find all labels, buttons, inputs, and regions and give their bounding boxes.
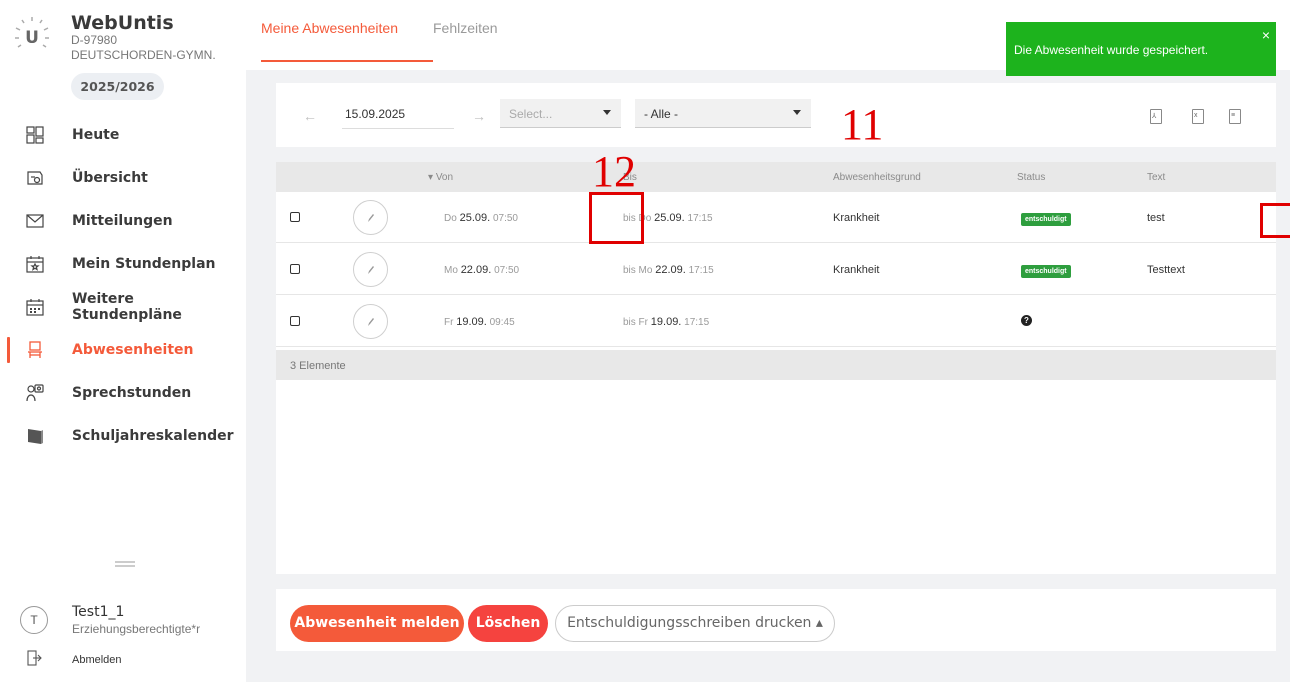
nav-label: Abwesenheiten bbox=[72, 342, 194, 358]
sidebar: U WebUntis D-97980 DEUTSCHORDEN-GYMN. 20… bbox=[0, 0, 246, 682]
tab-meine-abwesenheiten[interactable]: Meine Abwesenheiten bbox=[261, 20, 398, 36]
toast-message: Die Abwesenheit wurde gespeichert. bbox=[1014, 43, 1209, 57]
nav-item-mein-stundenplan[interactable]: Mein Stundenplan bbox=[0, 244, 246, 284]
nav-label: Schuljahreskalender bbox=[72, 428, 234, 444]
nav-label: Übersicht bbox=[72, 170, 148, 186]
calendar-grid-icon bbox=[26, 299, 44, 316]
pencil-icon bbox=[368, 214, 374, 222]
nav-label: Heute bbox=[72, 127, 120, 143]
calendar-star-icon bbox=[26, 256, 44, 273]
date-input[interactable]: 15.09.2025 bbox=[342, 97, 454, 129]
status-badge: entschuldigt bbox=[1021, 213, 1071, 226]
edit-button[interactable] bbox=[353, 200, 388, 235]
logout-link[interactable]: Abmelden bbox=[72, 654, 122, 666]
people-icon bbox=[26, 384, 44, 402]
delete-button[interactable]: Löschen bbox=[468, 605, 548, 642]
svg-text:U: U bbox=[25, 28, 39, 48]
filter-select[interactable]: - Alle - bbox=[635, 99, 811, 128]
row-checkbox[interactable] bbox=[290, 212, 300, 222]
nav-label: Weitere Stundenpläne bbox=[72, 291, 182, 323]
annotation-box-13 bbox=[1260, 203, 1290, 238]
column-header-text[interactable]: Text bbox=[1147, 172, 1165, 183]
bis-cell: bis Fr 19.09. 17:15 bbox=[623, 316, 710, 328]
school-name: DEUTSCHORDEN-GYMN. bbox=[71, 48, 216, 62]
edit-button[interactable] bbox=[353, 252, 388, 287]
chevron-down-icon bbox=[603, 110, 611, 115]
user-role: Erziehungsberechtigte*r bbox=[72, 622, 201, 636]
select-placeholder: Select... bbox=[509, 107, 553, 121]
row-checkbox[interactable] bbox=[290, 316, 300, 326]
annotation-11: 11 bbox=[841, 100, 884, 149]
nav-item-abwesenheiten[interactable]: Abwesenheiten bbox=[0, 330, 246, 370]
annotation-box-12 bbox=[589, 192, 644, 244]
user-name[interactable]: Test1_1 bbox=[72, 604, 124, 620]
table-row[interactable]: Do 25.09. 07:50 bis Do 25.09. 17:15 Kran… bbox=[276, 192, 1276, 243]
column-header-von[interactable]: ▾ Von bbox=[428, 172, 453, 183]
overview-icon bbox=[27, 171, 43, 185]
table-header: ▾ Von Bis Abwesenheitsgrund Status Text bbox=[276, 162, 1276, 192]
report-absence-button[interactable]: Abwesenheit melden bbox=[290, 605, 464, 642]
bis-cell: bis Mo 22.09. 17:15 bbox=[623, 264, 714, 276]
von-cell: Do 25.09. 07:50 bbox=[444, 212, 518, 224]
action-bar: Abwesenheit melden Löschen Entschuldigun… bbox=[276, 589, 1276, 651]
nav-item-uebersicht[interactable]: Übersicht bbox=[0, 158, 246, 198]
status-badge: entschuldigt bbox=[1021, 265, 1071, 278]
logout-icon[interactable] bbox=[26, 650, 42, 666]
annotation-12: 12 bbox=[592, 147, 636, 196]
book-icon bbox=[28, 429, 43, 444]
chair-icon bbox=[28, 341, 42, 358]
main-content: Meine Abwesenheiten Fehlzeiten Die Abwes… bbox=[246, 0, 1290, 682]
table-row[interactable]: Mo 22.09. 07:50 bis Mo 22.09. 17:15 Kran… bbox=[276, 244, 1276, 295]
nav-label: Mitteilungen bbox=[72, 213, 173, 229]
excel-export-icon[interactable]: x bbox=[1192, 109, 1204, 124]
table-row[interactable]: Fr 19.09. 09:45 bis Fr 19.09. 17:15 ? bbox=[276, 296, 1276, 347]
edit-button[interactable] bbox=[353, 304, 388, 339]
csv-export-icon[interactable]: ≡ bbox=[1229, 109, 1241, 124]
close-icon[interactable]: × bbox=[1262, 27, 1270, 43]
active-tab-indicator bbox=[261, 60, 433, 62]
nav-label: Sprechstunden bbox=[72, 385, 192, 401]
column-header-grund[interactable]: Abwesenheitsgrund bbox=[833, 172, 921, 183]
question-icon: ? bbox=[1021, 315, 1032, 326]
nav-item-schuljahreskalender[interactable]: Schuljahreskalender bbox=[0, 416, 246, 456]
von-cell: Fr 19.09. 09:45 bbox=[444, 316, 515, 328]
avatar[interactable]: T bbox=[20, 606, 48, 634]
nav-item-sprechstunden[interactable]: Sprechstunden bbox=[0, 373, 246, 413]
nav-item-heute[interactable]: Heute bbox=[0, 115, 246, 155]
pencil-icon bbox=[368, 266, 374, 274]
text-cell: Testtext bbox=[1147, 264, 1185, 276]
von-cell: Mo 22.09. 07:50 bbox=[444, 264, 520, 276]
text-cell: test bbox=[1147, 212, 1165, 224]
row-checkbox[interactable] bbox=[290, 264, 300, 274]
success-toast: Die Abwesenheit wurde gespeichert. × bbox=[1006, 22, 1276, 76]
select-value: - Alle - bbox=[644, 107, 679, 121]
print-excuse-button[interactable]: Entschuldigungsschreiben drucken ▴ bbox=[555, 605, 835, 642]
webuntis-logo: U bbox=[15, 17, 49, 48]
reason-cell: Krankheit bbox=[833, 212, 880, 224]
chevron-down-icon bbox=[793, 110, 801, 115]
school-year-selector[interactable]: 2025/2026 bbox=[71, 73, 164, 100]
reason-cell: Krankheit bbox=[833, 264, 880, 276]
absences-table: ▾ Von Bis Abwesenheitsgrund Status Text … bbox=[276, 162, 1276, 574]
filter-bar: ← 15.09.2025 → Select... - Alle - ⅄ x ≡ bbox=[276, 83, 1276, 147]
item-count: 3 Elemente bbox=[290, 360, 346, 372]
tab-fehlzeiten[interactable]: Fehlzeiten bbox=[433, 20, 498, 36]
column-header-status[interactable]: Status bbox=[1017, 172, 1045, 183]
nav-label: Mein Stundenplan bbox=[72, 256, 216, 272]
dashboard-icon bbox=[26, 126, 44, 144]
nav-item-mitteilungen[interactable]: Mitteilungen bbox=[0, 201, 246, 241]
pdf-export-icon[interactable]: ⅄ bbox=[1150, 109, 1162, 124]
next-date-icon[interactable]: → bbox=[472, 108, 486, 124]
student-select[interactable]: Select... bbox=[500, 99, 621, 128]
sidebar-collapse-handle[interactable] bbox=[115, 561, 135, 567]
table-footer: 3 Elemente bbox=[276, 350, 1276, 380]
pencil-icon bbox=[368, 318, 374, 326]
mail-icon bbox=[26, 214, 44, 228]
app-brand: WebUntis bbox=[71, 12, 174, 34]
prev-date-icon[interactable]: ← bbox=[303, 108, 317, 124]
nav-item-weitere-stundenplaene[interactable]: Weitere Stundenpläne bbox=[0, 287, 246, 327]
school-id: D-97980 bbox=[71, 33, 118, 47]
